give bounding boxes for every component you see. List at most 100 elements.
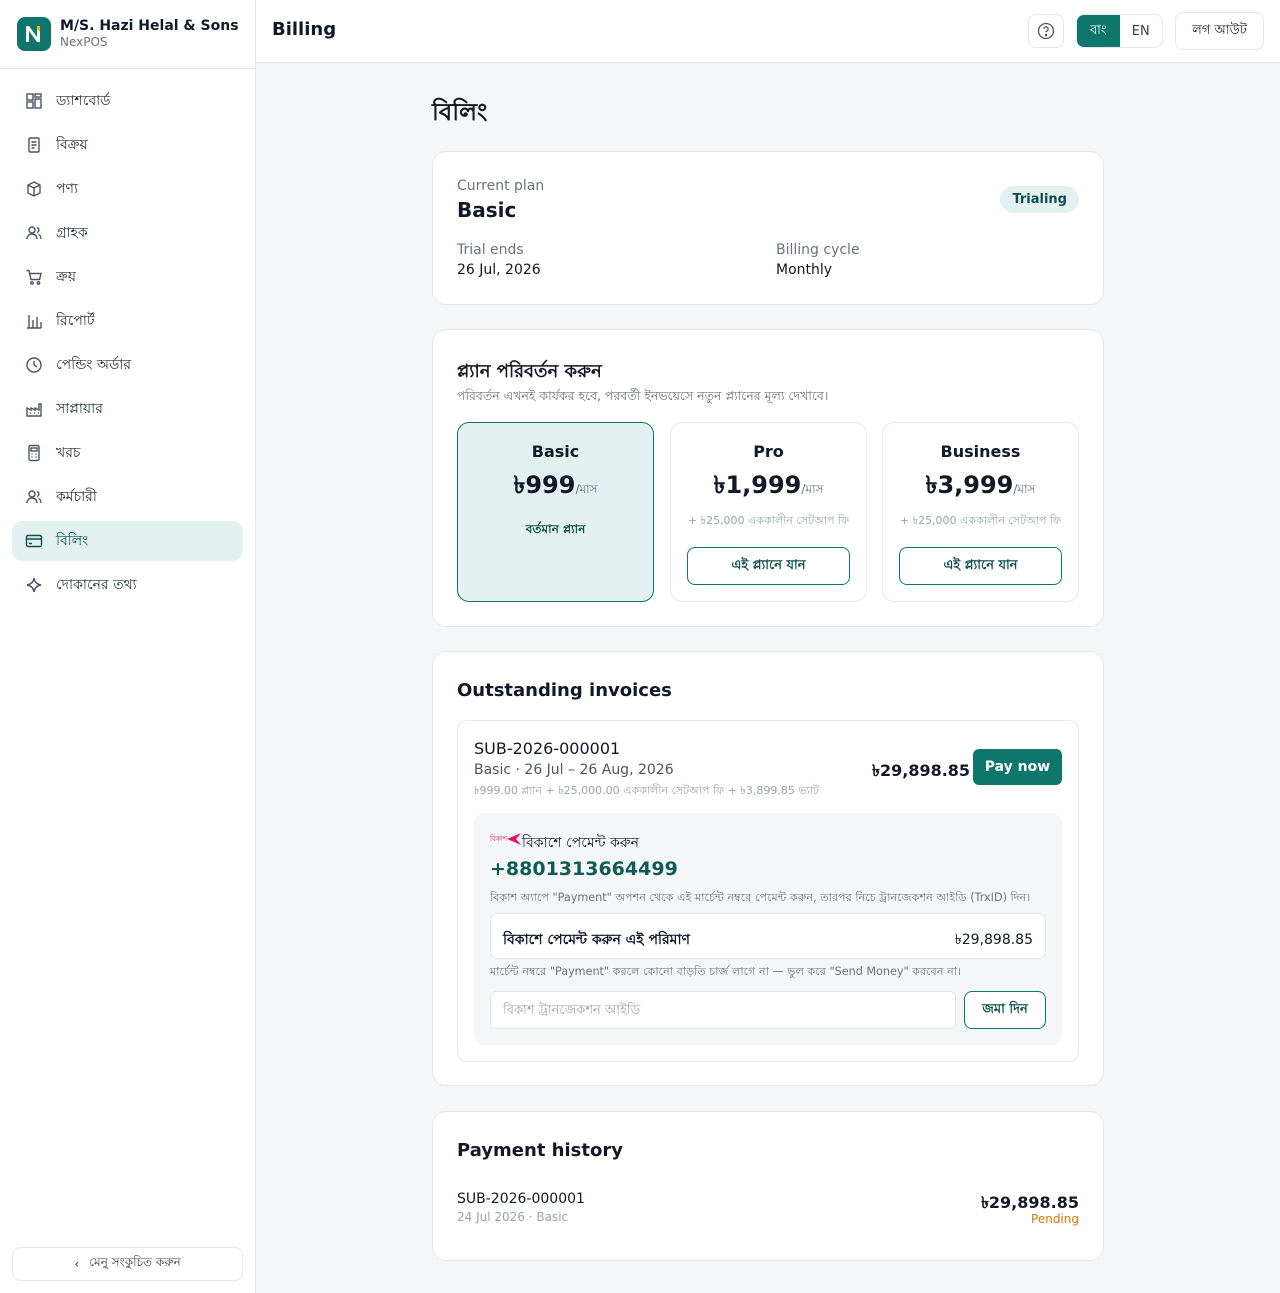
bkash-amount-box: বিকাশে পেমেন্ট করুন এই পরিমাণ ৳29,898.85 [490, 913, 1046, 959]
lang-en-button[interactable]: EN [1120, 15, 1163, 47]
sidebar-item-purchases[interactable]: ক্রয় [12, 257, 243, 297]
change-plan-card: প্ল্যান পরিবর্তন করুন পরিবর্তন এখনই কার্… [432, 329, 1104, 627]
lang-bn-button[interactable]: বাং [1077, 15, 1120, 47]
current-plan-tag: বর্তমান প্ল্যান [525, 522, 586, 536]
team-icon [26, 490, 42, 504]
invoice-item: SUB-2026-000001 Basic · 26 Jul – 26 Aug,… [457, 720, 1079, 1062]
main-heading: বিলিং [432, 98, 488, 126]
plan-price: ৳999/মাস [513, 471, 598, 499]
change-plan-subtitle: পরিবর্তন এখনই কার্যকর হবে, পরবর্তী ইনভয়… [457, 388, 829, 403]
current-plan-card: Current plan Basic Trialing Trial ends 2… [432, 151, 1104, 305]
help-button[interactable] [1028, 14, 1064, 48]
trial-ends-label: Trial ends [457, 242, 524, 258]
billing-cycle-label: Billing cycle [776, 242, 860, 258]
payment-history-card: Payment history SUB-2026-000001 24 Jul 2… [432, 1111, 1104, 1261]
submit-trx-button[interactable]: জমা দিন [964, 991, 1046, 1029]
sidebar-item-products[interactable]: পণ্য [12, 169, 243, 209]
sidebar-item-label: পেন্ডিং অর্ডার [56, 357, 132, 373]
bkash-merchant-number: +8801313664499 [490, 858, 678, 880]
invoice-period: Basic · 26 Jul – 26 Aug, 2026 [474, 762, 674, 778]
cart-icon [26, 269, 42, 285]
sidebar-item-label: কর্মচারী [56, 489, 97, 505]
outstanding-invoices-card: Outstanding invoices SUB-2026-000001 Bas… [432, 651, 1104, 1086]
invoice-id: SUB-2026-000001 [474, 739, 621, 758]
sidebar: M/S. Hazi Helal & Sons NexPOS ড্যাশবোর্ড… [0, 0, 256, 1293]
sidebar-item-label: খরচ [56, 445, 81, 461]
sidebar-item-label: বিক্রয় [56, 137, 88, 153]
plan-price: ৳3,999/মাস [925, 471, 1036, 499]
trx-id-input[interactable] [490, 991, 956, 1029]
plan-name: Pro [753, 442, 784, 461]
bkash-amount-value: ৳29,898.85 [954, 932, 1033, 948]
sidebar-item-label: বিলিং [56, 533, 89, 549]
sidebar-item-label: ড্যাশবোর্ড [56, 93, 111, 109]
box-icon [27, 181, 41, 197]
bar-chart-icon [27, 315, 42, 329]
plan-option-business: Business ৳3,999/মাস + ৳25,000 এককালীন সে… [882, 422, 1079, 602]
plan-name: Basic [531, 442, 580, 461]
sidebar-item-employees[interactable]: কর্মচারী [12, 477, 243, 517]
users-icon [26, 226, 42, 240]
sidebar-item-label: পণ্য [56, 181, 79, 197]
collapse-menu-button[interactable]: ‹ মেনু সংকুচিত করুন [12, 1247, 243, 1281]
plan-setup-fee: + ৳25,000 এককালীন সেটআপ ফি [687, 514, 850, 527]
logout-button[interactable]: লগ আউট [1175, 12, 1264, 50]
payment-history-title: Payment history [457, 1140, 623, 1161]
sidebar-item-label: সাপ্লায়ার [56, 401, 103, 417]
sidebar-item-dashboard[interactable]: ড্যাশবোর্ড [12, 81, 243, 121]
sidebar-item-expenses[interactable]: খরচ [12, 433, 243, 473]
outstanding-title: Outstanding invoices [457, 680, 672, 701]
status-badge: Trialing [1000, 186, 1079, 213]
change-plan-title: প্ল্যান পরিবর্তন করুন [457, 361, 602, 382]
sidebar-item-pending-orders[interactable]: পেন্ডিং অর্ডার [12, 345, 243, 385]
current-plan-name: Basic [457, 198, 517, 222]
sidebar-item-sales[interactable]: বিক্রয় [12, 125, 243, 165]
sidebar-item-label: রিপোর্ট [56, 313, 95, 329]
factory-icon [26, 403, 42, 417]
brand-header: M/S. Hazi Helal & Sons NexPOS [0, 0, 255, 69]
pay-now-button[interactable]: Pay now [973, 749, 1062, 785]
bkash-logo-icon: বিকাশ [490, 833, 521, 845]
language-toggle: বাং EN [1076, 14, 1163, 48]
credit-card-icon [25, 534, 43, 548]
switch-to-pro-button[interactable]: এই প্ল্যানে যান [687, 547, 850, 585]
plan-price: ৳1,999/মাস [713, 471, 824, 499]
bkash-title: বিকাশে পেমেন্ট করুন [522, 835, 639, 851]
sidebar-item-label: দোকানের তথ্য [56, 577, 137, 593]
sidebar-item-customers[interactable]: গ্রাহক [12, 213, 243, 253]
sidebar-item-reports[interactable]: রিপোর্ট [12, 301, 243, 341]
topbar: Billing বাং EN লগ আউট [256, 0, 1280, 63]
help-icon [1037, 22, 1055, 40]
history-invoice-id: SUB-2026-000001 [457, 1191, 585, 1207]
bkash-instruction: বিকাশ অ্যাপে "Payment" অপশন থেকে এই মার্… [490, 891, 1031, 904]
calculator-icon [28, 444, 40, 462]
plan-option-pro: Pro ৳1,999/মাস + ৳25,000 এককালীন সেটআপ ফ… [670, 422, 867, 602]
sidebar-item-label: ক্রয় [56, 269, 76, 285]
sidebar-item-billing[interactable]: বিলিং [12, 521, 243, 561]
plan-option-basic[interactable]: Basic ৳999/মাস বর্তমান প্ল্যান [457, 422, 654, 602]
billing-cycle-value: Monthly [776, 262, 833, 278]
plan-setup-fee: + ৳25,000 এককালীন সেটআপ ফি [899, 514, 1062, 527]
chevron-left-icon: ‹ [74, 1257, 80, 1271]
sidebar-item-suppliers[interactable]: সাপ্লায়ার [12, 389, 243, 429]
clock-icon [26, 357, 42, 373]
bkash-payment-panel: বিকাশ বিকাশে পেমেন্ট করুন +8801313664499… [474, 813, 1062, 1045]
trial-ends-value: 26 Jul, 2026 [457, 262, 541, 278]
sidebar-nav: ড্যাশবোর্ড বিক্রয় পণ্য গ্রাহক ক্রয় রিপ… [0, 69, 255, 605]
switch-to-business-button[interactable]: এই প্ল্যানে যান [899, 547, 1062, 585]
dashboard-icon [26, 93, 42, 109]
sidebar-item-shop-info[interactable]: দোকানের তথ্য [12, 565, 243, 605]
page-title: Billing [272, 19, 337, 40]
invoice-breakdown: ৳999.00 প্ল্যান + ৳25,000.00 এককালীন সেট… [474, 784, 819, 797]
shop-name: M/S. Hazi Helal & Sons [60, 18, 239, 34]
history-status: Pending [1031, 1212, 1079, 1226]
invoice-amount: ৳29,898.85 [872, 761, 971, 780]
sparkle-icon [26, 577, 42, 593]
bkash-note: মার্চেন্ট নম্বরে "Payment" করলে কোনো বাড… [490, 965, 962, 978]
plan-name: Business [940, 442, 1021, 461]
current-plan-label: Current plan [457, 178, 545, 194]
receipt-icon [28, 137, 40, 153]
nexpos-logo-icon [17, 17, 51, 51]
sidebar-item-label: গ্রাহক [56, 225, 88, 241]
history-meta: 24 Jul 2026 · Basic [457, 1210, 569, 1224]
